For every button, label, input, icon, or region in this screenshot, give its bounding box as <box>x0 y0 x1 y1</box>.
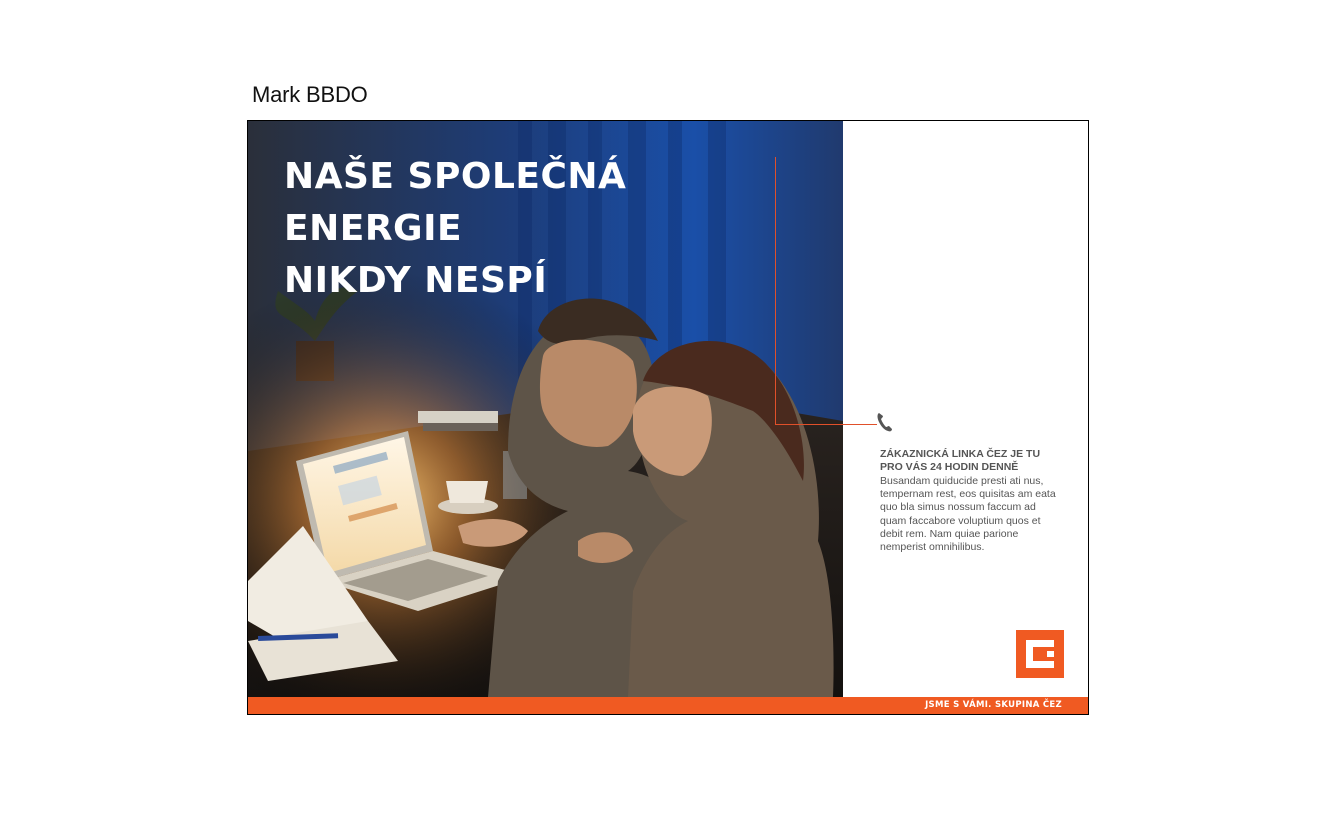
headline-line-2: ENERGIE <box>284 208 463 249</box>
info-body: Busandam quiducide presti ati nus, tempe… <box>880 475 1056 554</box>
cez-logo-mark-icon <box>1016 630 1064 678</box>
ad-headline: NAŠE SPOLEČNÁ ENERGIE NIKDY NESPÍ <box>284 151 626 307</box>
slogan-text: JSME S VÁMI. SKUPINA ČEZ <box>925 700 1062 710</box>
agency-label: Mark BBDO <box>252 82 368 107</box>
ad-photo: NAŠE SPOLEČNÁ ENERGIE NIKDY NESPÍ <box>248 121 843 697</box>
headline-line-1: NAŠE SPOLEČNÁ <box>284 156 627 197</box>
phone-icon <box>877 413 892 432</box>
callout-line-vertical <box>775 157 776 424</box>
slogan-bar: JSME S VÁMI. SKUPINA ČEZ <box>248 697 1088 714</box>
callout-line-horizontal <box>775 424 877 425</box>
info-title: ZÁKAZNICKÁ LINKA ČEZ JE TU PRO VÁS 24 HO… <box>880 448 1041 473</box>
headline-line-3: NIKDY NESPÍ <box>284 260 548 301</box>
ad-text-panel <box>843 121 1088 697</box>
cez-logo <box>1016 630 1064 678</box>
advertisement: NAŠE SPOLEČNÁ ENERGIE NIKDY NESPÍ ZÁKAZN… <box>247 120 1089 715</box>
